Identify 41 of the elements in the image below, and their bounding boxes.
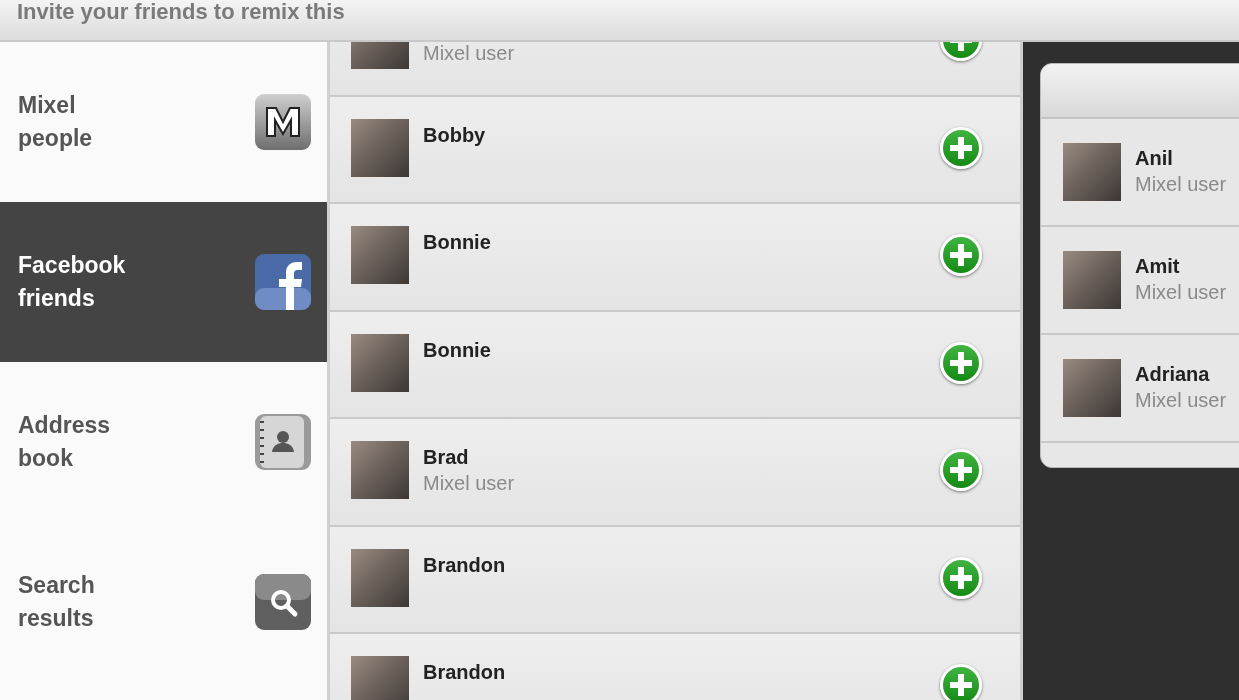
sidebar-item[interactable]: Facebook friends bbox=[0, 202, 327, 362]
avatar-photo-placeholder bbox=[351, 548, 409, 607]
add-friend-button[interactable] bbox=[940, 556, 982, 599]
avatar-photo-placeholder bbox=[351, 118, 409, 177]
plus-icon bbox=[950, 244, 972, 266]
avatar-photo-placeholder bbox=[1063, 251, 1121, 309]
add-friend-button[interactable] bbox=[940, 126, 982, 169]
avatar-photo-placeholder bbox=[1063, 143, 1121, 201]
friend-subtitle: Mixel user bbox=[1135, 280, 1227, 305]
mixel-logo-icon bbox=[255, 94, 311, 150]
plus-icon bbox=[950, 674, 972, 696]
avatar-photo-placeholder bbox=[351, 441, 409, 499]
avatar-photo-placeholder bbox=[351, 226, 409, 284]
search-icon bbox=[255, 574, 311, 630]
add-friend-button[interactable] bbox=[940, 341, 982, 384]
friend-name: Brandon bbox=[423, 552, 507, 577]
address-book-icon bbox=[255, 414, 311, 470]
add-friend-button[interactable] bbox=[940, 664, 982, 700]
friend-name: Adriana bbox=[1135, 362, 1211, 386]
friend-name: Brad bbox=[423, 445, 470, 469]
add-friend-button[interactable] bbox=[940, 449, 982, 491]
add-friend-button[interactable] bbox=[940, 234, 982, 276]
friend-name: Brandon bbox=[423, 660, 507, 684]
avatar-photo-placeholder bbox=[351, 656, 409, 700]
avatar-photo-placeholder bbox=[1063, 359, 1121, 417]
facebook-logo-icon bbox=[255, 254, 311, 310]
friend-name: Anil bbox=[1135, 146, 1174, 170]
plus-icon bbox=[950, 136, 972, 159]
plus-icon bbox=[950, 566, 972, 589]
friend-name: Bonnie bbox=[423, 230, 492, 254]
friend-subtitle: Mixel user bbox=[423, 471, 516, 496]
friend-subtitle: Mixel user bbox=[423, 42, 516, 66]
friend-name: Bobby bbox=[423, 122, 487, 147]
plus-icon bbox=[950, 459, 972, 481]
friend-name: Bonnie bbox=[423, 337, 492, 362]
friend-subtitle: Mixel user bbox=[1135, 388, 1227, 413]
page-title: Invite your friends to remix this bbox=[17, 0, 345, 24]
friend-subtitle: Mixel user bbox=[1135, 172, 1227, 197]
plus-icon bbox=[950, 351, 972, 374]
friend-name: Amit bbox=[1135, 254, 1181, 278]
avatar-photo-placeholder bbox=[351, 333, 409, 392]
